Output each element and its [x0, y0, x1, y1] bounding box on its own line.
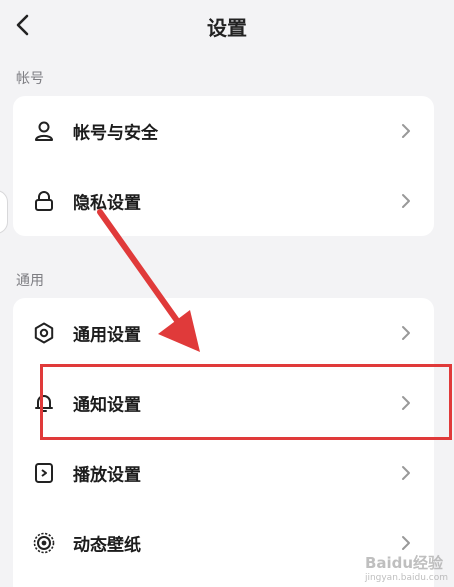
watermark-url: jingyan.baidu.com: [364, 573, 448, 583]
annotation-highlight-box: [40, 364, 452, 440]
watermark: Baidu经验 jingyan.baidu.com: [365, 552, 448, 583]
watermark-text: Baidu经验: [364, 554, 444, 572]
annotation-arrow: [97, 209, 200, 352]
